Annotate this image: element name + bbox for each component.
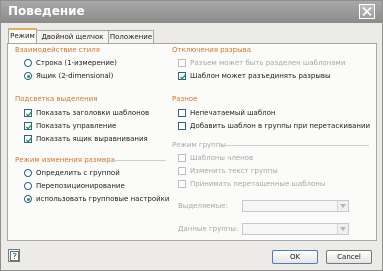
show-template-headers-label: Показать заголовки шаблонов [36,109,150,117]
checkbox-show-alignment-box[interactable] [24,135,33,143]
close-button[interactable] [359,4,375,19]
checkbox-non-printing[interactable] [178,109,186,117]
radio-box-label: Ящик (2-dimensional) [36,72,114,80]
group-data-label: Данные группы: [178,225,239,233]
connector-split-label: Разъем может быть разделен шаблонами [190,59,346,67]
radio-line-label: Строка (1-измерение) [36,59,117,67]
title-bar: Поведение [1,1,382,23]
highlight-heading: Подсветка выделения [15,95,98,103]
chevron-down-icon [337,224,348,234]
close-icon [362,7,372,16]
member-templates-label: Шаблоны членов [190,154,254,162]
radio-group-settings-label: использовать групповые настройки [36,195,170,203]
edit-group-text-label: Изменить текст группы [190,167,278,175]
checkbox-connector-split [178,59,186,67]
show-controls-label: Показать управление [36,122,117,130]
group-mode-heading: Режим группы [172,141,226,149]
check-icon [25,124,33,130]
checkbox-edit-group-text [178,167,186,175]
checkbox-template-split[interactable] [178,72,187,80]
radio-line[interactable] [24,59,32,67]
chevron-down-icon [337,201,348,211]
resize-mode-heading: Режим изменения размера [15,156,115,164]
non-printing-label: Непечатаемый шаблон [190,109,276,117]
tab-position[interactable]: Положение [108,30,154,43]
check-icon [25,137,33,143]
selectable-combo [242,200,349,212]
check-icon [25,111,33,117]
help-button[interactable] [8,249,20,262]
radio-with-group-label: Определить с группой [36,169,120,177]
radio-reposition-label: Перепозиционирование [36,182,125,190]
tab-double-click[interactable]: Двойной щелчок [36,30,109,43]
resize-mode-divider [104,160,166,161]
misc-heading: Разное [172,95,198,103]
radio-box[interactable] [24,72,32,80]
radio-with-group[interactable] [24,169,32,177]
dialog-title: Поведение [8,4,85,18]
checkbox-add-to-group[interactable] [178,122,186,130]
radio-group-settings[interactable] [24,195,32,203]
ok-button[interactable]: OK [272,250,318,264]
cancel-button[interactable]: Cancel [326,250,372,264]
accept-dropped-label: Принимать перетащенные шаблоны [190,180,326,188]
split-heading: Отключения разрыва [172,46,252,54]
help-icon [10,251,19,261]
radio-reposition[interactable] [24,182,32,190]
add-to-group-label: Добавить шаблон в группы при перетаскива… [190,122,371,130]
checkbox-show-controls[interactable] [24,122,33,130]
group-mode-divider [219,145,369,146]
template-split-label: Шаблон может разъединять разрывы [190,72,331,80]
checkbox-show-template-headers[interactable] [24,109,33,117]
check-icon [179,74,187,80]
checkbox-accept-dropped [178,180,186,188]
behavior-dialog: Поведение Режим Двойной щелчок Положение… [0,0,383,271]
tab-mode[interactable]: Режим [8,28,37,44]
show-alignment-box-label: Показать ящик выравнивания [36,135,148,143]
checkbox-member-templates [178,154,186,162]
interaction-style-heading: Взаимодействие стиля [15,46,100,54]
group-data-combo [242,223,349,235]
selectable-label: Выделяемые: [178,202,228,210]
